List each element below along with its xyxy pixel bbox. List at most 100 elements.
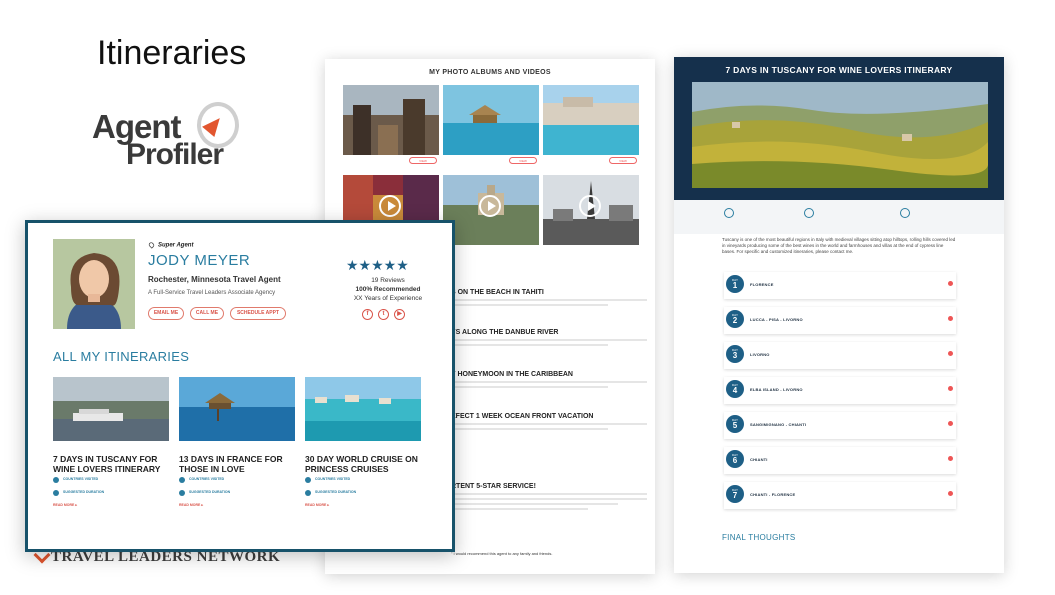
logo-line-2: Profiler <box>126 138 224 171</box>
read-more-link[interactable]: READ MORE ▸ <box>179 503 295 507</box>
expand-icon[interactable] <box>948 281 953 286</box>
heart-icon <box>147 241 156 249</box>
album-view-button[interactable]: VIEW <box>609 157 637 164</box>
location-icon <box>179 477 185 483</box>
day-row[interactable]: DAY 5 SANGIMIGNANO - CHIANTI <box>724 412 956 439</box>
location-icon <box>53 477 59 483</box>
itinerary-meta: COUNTRIES VISITED SUGGESTED DURATION <box>179 477 295 501</box>
calendar-icon <box>900 208 910 218</box>
list-item[interactable]: Y HONEYMOON IN THE CARIBBEAN <box>451 371 647 388</box>
read-more-link[interactable]: READ MORE ▸ <box>305 503 421 507</box>
day-badge: DAY 5 <box>726 415 744 433</box>
location-icon <box>305 477 311 483</box>
expand-icon[interactable] <box>948 351 953 356</box>
play-icon[interactable] <box>579 195 601 217</box>
list-item-title: EFECT 1 WEEK OCEAN FRONT VACATION <box>451 413 594 420</box>
email-me-button[interactable]: EMAIL ME <box>148 307 184 320</box>
day-badge: DAY 4 <box>726 380 744 398</box>
list-item[interactable]: EFECT 1 WEEK OCEAN FRONT VACATION <box>451 413 647 430</box>
day-place: LUCCA - PISA - LIVORNO <box>750 317 803 322</box>
facebook-icon[interactable]: f <box>362 309 373 320</box>
day-place: FLORENCE <box>750 282 774 287</box>
twitter-icon[interactable]: t <box>378 309 389 320</box>
recommended-percent: 100% Recommended <box>355 286 421 293</box>
day-place: CHIANTI - FLORENCE <box>750 492 796 497</box>
expand-icon[interactable] <box>948 456 953 461</box>
itinerary-photo <box>179 377 295 441</box>
call-me-button[interactable]: CALL ME <box>190 307 224 320</box>
album-photo <box>443 85 539 155</box>
itinerary-meta: COUNTRIES VISITED SUGGESTED DURATION <box>53 477 169 501</box>
slide-title: Itineraries <box>97 34 247 72</box>
clock-icon <box>53 490 59 496</box>
tuscany-hero-photo <box>692 82 988 188</box>
review-quote: " I would recommend this agent to any fa… <box>451 551 553 556</box>
itinerary-photo <box>53 377 169 441</box>
itinerary-meta: COUNTRIES VISITED SUGGESTED DURATION <box>305 477 421 501</box>
album-view-button[interactable]: VIEW <box>509 157 537 164</box>
list-item[interactable]: S ON THE BEACH IN TAHITI <box>451 289 647 306</box>
day-place: SANGIMIGNANO - CHIANTI <box>750 422 807 427</box>
agent-profile-card: Super Agent JODY MEYER Rochester, Minnes… <box>25 220 455 552</box>
globe-icon <box>724 208 734 218</box>
day-badge: DAY 3 <box>726 345 744 363</box>
itinerary-intro: Tuscany is one of the most beautiful reg… <box>722 237 956 254</box>
day-badge: DAY 2 <box>726 310 744 328</box>
itinerary-banner: 7 DAYS IN TUSCANY FOR WINE LOVERS ITINER… <box>674 57 1004 200</box>
youtube-icon[interactable]: ▶ <box>394 309 405 320</box>
itinerary-card[interactable]: 30 DAY WORLD CRUISE ON PRINCESS CRUISES … <box>305 377 421 507</box>
all-itineraries-title: ALL MY ITINERARIES <box>53 349 190 364</box>
itinerary-title: 7 DAYS IN TUSCANY FOR WINE LOVERS ITINER… <box>725 65 953 75</box>
day-badge: DAY 1 <box>726 275 744 293</box>
day-row[interactable]: DAY 7 CHIANTI - FLORENCE <box>724 482 956 509</box>
expand-icon[interactable] <box>948 316 953 321</box>
day-row[interactable]: DAY 6 CHIANTI <box>724 447 956 474</box>
albums-header: MY PHOTO ALBUMS AND VIDEOS <box>429 69 551 76</box>
agent-name: JODY MEYER <box>148 252 251 269</box>
day-row[interactable]: DAY 4 ELBA ISLAND - LIVORNO <box>724 377 956 404</box>
album-video[interactable] <box>543 175 639 250</box>
itinerary-title: 7 DAYS IN TUSCANY FOR WINE LOVERS ITINER… <box>53 454 161 474</box>
agent-profiler-logo: Agent Profiler <box>92 102 262 188</box>
tuscany-itinerary-page: 7 DAYS IN TUSCANY FOR WINE LOVERS ITINER… <box>674 57 1004 573</box>
play-icon[interactable] <box>379 195 401 217</box>
list-item-title: YS ALONG THE DANBUE RIVER <box>451 329 559 336</box>
list-item[interactable]: YS ALONG THE DANBUE RIVER <box>451 329 647 346</box>
itinerary-info-bar <box>674 200 1004 234</box>
itinerary-photo <box>305 377 421 441</box>
day-row[interactable]: DAY 3 LIVORNO <box>724 342 956 369</box>
day-row[interactable]: DAY 2 LUCCA - PISA - LIVORNO <box>724 307 956 334</box>
album-thumb[interactable]: VIEW <box>543 85 639 164</box>
album-thumb[interactable]: VIEW <box>443 85 539 164</box>
years-experience: XX Years of Experience <box>353 295 423 302</box>
day-badge: DAY 6 <box>726 450 744 468</box>
list-item-title: S ON THE BEACH IN TAHITI <box>451 289 544 296</box>
itinerary-title: 13 DAYS IN FRANCE FOR THOSE IN LOVE <box>179 454 283 474</box>
read-more-link[interactable]: READ MORE ▸ <box>53 503 169 507</box>
expand-icon[interactable] <box>948 421 953 426</box>
review-count[interactable]: 19 Reviews <box>328 276 448 285</box>
day-badge: DAY 7 <box>726 485 744 503</box>
expand-icon[interactable] <box>948 386 953 391</box>
day-row[interactable]: DAY 1 FLORENCE <box>724 272 956 299</box>
day-place: CHIANTI <box>750 457 768 462</box>
review-heading: RTENT 5-STAR SERVICE! <box>451 483 536 490</box>
expand-icon[interactable] <box>948 491 953 496</box>
agency-subtitle: A Full-Service Travel Leaders Associate … <box>148 290 276 296</box>
album-video[interactable] <box>443 175 539 250</box>
agent-role: Rochester, Minnesota Travel Agent <box>148 275 281 284</box>
schedule-appt-button[interactable]: SCHEDULE APPT <box>230 307 286 320</box>
itinerary-card[interactable]: 7 DAYS IN TUSCANY FOR WINE LOVERS ITINER… <box>53 377 169 507</box>
album-photo <box>543 85 639 155</box>
agent-avatar <box>53 239 135 329</box>
itinerary-card[interactable]: 13 DAYS IN FRANCE FOR THOSE IN LOVE COUN… <box>179 377 295 507</box>
presentation-slide: Itineraries Agent Profiler MY PHOTO ALBU… <box>0 0 1055 595</box>
final-thoughts-heading: FINAL THOUGHTS <box>722 533 796 542</box>
clock-icon <box>179 490 185 496</box>
album-thumb[interactable]: VIEW <box>343 85 439 164</box>
album-view-button[interactable]: VIEW <box>409 157 437 164</box>
map-pin-icon <box>804 208 814 218</box>
review-summary: 19 Reviews 100% Recommended XX Years of … <box>328 276 448 303</box>
play-icon[interactable] <box>479 195 501 217</box>
review-block: RTENT 5-STAR SERVICE! <box>451 483 647 510</box>
